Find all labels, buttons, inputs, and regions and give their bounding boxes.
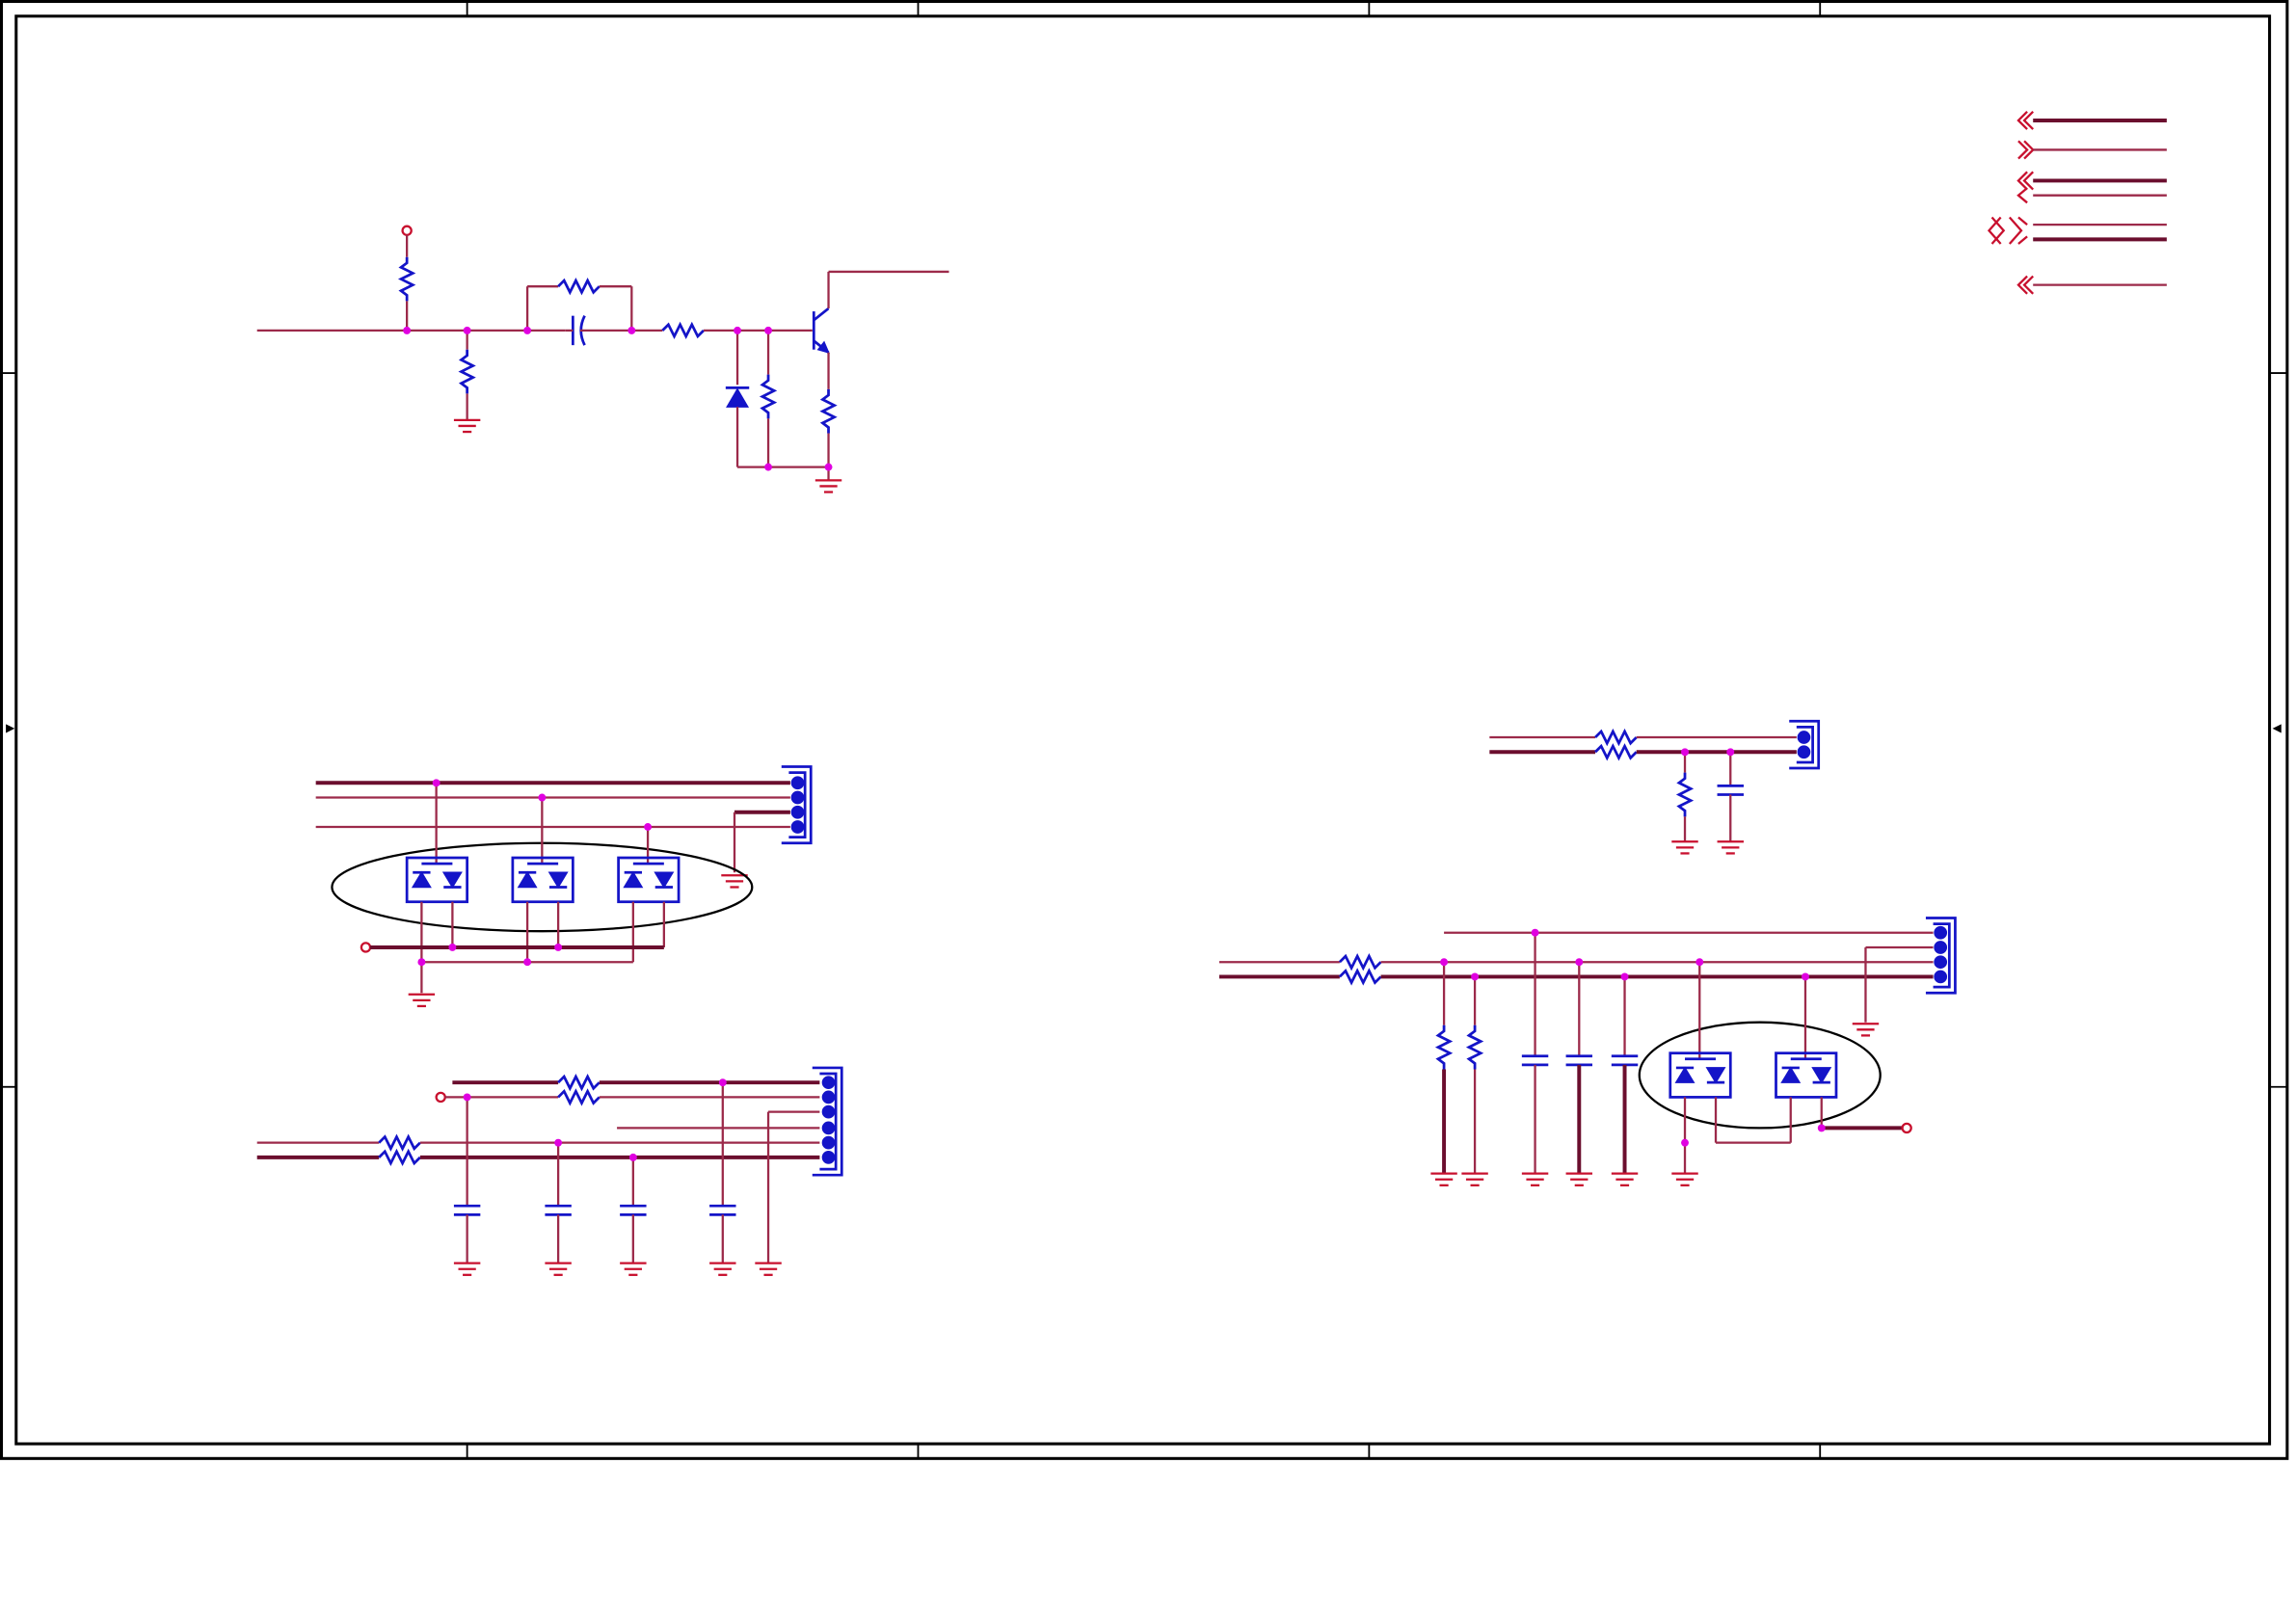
capacitor-filter-3 — [620, 1157, 647, 1264]
filtered-connector-2pin — [1489, 719, 1821, 855]
ground-icon — [1565, 1172, 1593, 1186]
resistor-series-4 — [378, 1148, 421, 1167]
port-arrow-out-1 — [2017, 140, 2167, 160]
port-arrow-in-2 — [2016, 171, 2167, 204]
resistor-series-1 — [557, 1074, 601, 1092]
ground-icon — [1671, 1172, 1698, 1186]
resistor-series-3 — [378, 1133, 421, 1152]
filtered-connector-6pin — [256, 1066, 843, 1276]
resistor-shunt-1 — [1434, 1024, 1454, 1070]
ground-icon — [620, 1262, 647, 1276]
ground-icon — [1461, 1172, 1488, 1186]
power-pin-icon — [1901, 1122, 1912, 1134]
resistor-series-2 — [557, 1088, 601, 1106]
tvs-array-icon-5 — [1775, 976, 1838, 1099]
resistor-series-5 — [1594, 728, 1638, 747]
connector-j2-icon — [1789, 719, 1821, 770]
esd-protected-connector-4pin-b — [1218, 917, 1957, 1186]
left-center-marker — [6, 724, 15, 733]
ground-icon — [408, 993, 436, 1008]
power-pin-icon — [435, 1091, 446, 1104]
ground-icon — [545, 1262, 572, 1276]
tvs-array-icon-1 — [405, 783, 469, 904]
capacitor-filter-2 — [545, 1142, 572, 1264]
port-arrow-in-1 — [2016, 111, 2167, 130]
resistor-series-8 — [1338, 968, 1382, 986]
connector-j4b-icon — [1925, 917, 1957, 995]
resistor-base-shunt — [759, 374, 778, 419]
tvs-array-icon-3 — [617, 827, 681, 904]
ground-icon — [1671, 840, 1698, 855]
ground-icon — [1717, 840, 1744, 855]
off-sheet-connectors — [1987, 111, 2167, 295]
tvs-array-icon-4 — [1669, 962, 1732, 1099]
ground-icon — [1430, 1172, 1457, 1186]
resistor-shunt — [1675, 772, 1695, 817]
esd-protected-connector-4pin — [315, 765, 813, 1008]
capacitor-bypass-3 — [1611, 976, 1639, 1174]
capacitor-bypass-2 — [1565, 962, 1593, 1174]
transistor-driver-circuit — [256, 225, 949, 493]
drawing-frame — [0, 0, 2289, 1460]
resistor-series-6 — [1594, 743, 1638, 761]
resistor-emitter — [819, 388, 838, 434]
power-pin-icon — [360, 942, 372, 953]
zener-diode-icon — [726, 387, 750, 408]
capacitor-bypass-1 — [1521, 932, 1549, 1174]
port-arrow-in-3 — [2016, 275, 2167, 295]
ground-icon — [755, 1262, 782, 1276]
resistor-pullup — [397, 256, 416, 302]
ground-icon — [1852, 1023, 1880, 1037]
ground-icon — [709, 1262, 736, 1276]
resistor-feedback — [557, 278, 601, 296]
resistor-base — [661, 321, 705, 340]
ground-icon — [721, 874, 748, 889]
ground-icon — [1611, 1172, 1639, 1186]
schematic-sheet — [0, 0, 2289, 1460]
resistor-series-7 — [1338, 953, 1382, 971]
capacitor-filter-1 — [453, 1097, 481, 1264]
power-pin-icon — [401, 225, 413, 236]
annotation-ellipse — [1638, 1021, 1882, 1130]
ground-icon — [814, 479, 842, 493]
npn-transistor-icon — [812, 306, 830, 354]
ground-icon — [1521, 1172, 1549, 1186]
capacitor-filter-4 — [709, 1082, 736, 1264]
connector-j4-icon — [781, 765, 813, 845]
ground-icon — [453, 1262, 481, 1276]
tvs-array-icon-2 — [511, 797, 574, 904]
port-arrow-bidir-1 — [1987, 216, 2167, 245]
right-center-marker — [2272, 724, 2282, 733]
resistor-shunt-2 — [1465, 1024, 1484, 1070]
ground-icon — [453, 418, 481, 434]
resistor-pulldown — [458, 349, 476, 394]
capacitor-shunt — [1717, 752, 1744, 842]
